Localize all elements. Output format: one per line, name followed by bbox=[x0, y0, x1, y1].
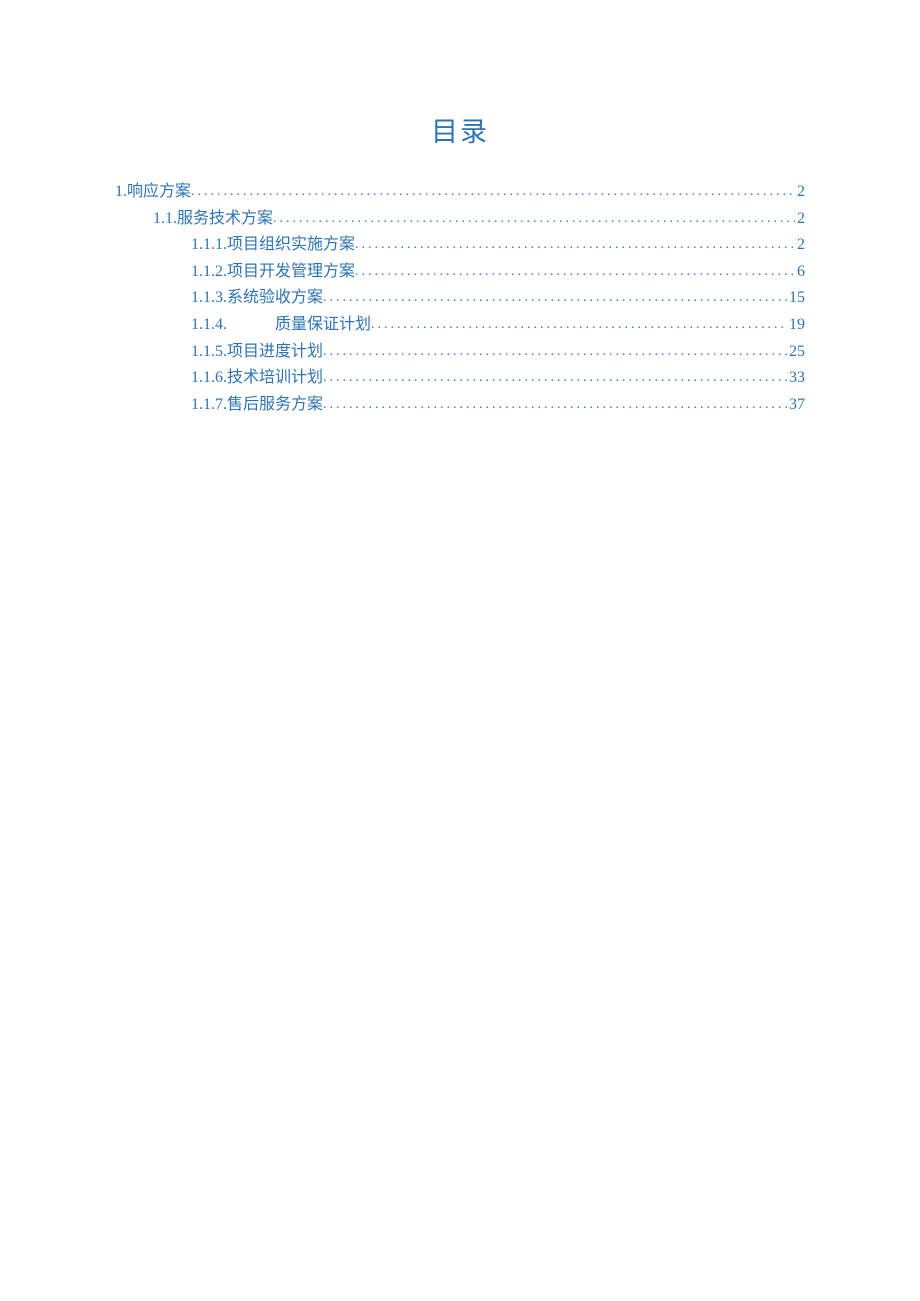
toc-leader-dots bbox=[191, 181, 795, 203]
toc-entry-number: 1.1.6. bbox=[191, 365, 227, 391]
toc-entry-text: 响应方案 bbox=[127, 179, 191, 205]
toc-entry-text: 系统验收方案 bbox=[227, 285, 323, 311]
toc-entry-text: 项目开发管理方案 bbox=[227, 259, 355, 285]
toc-page-number: 25 bbox=[787, 339, 805, 365]
toc-entry-text: 项目组织实施方案 bbox=[227, 232, 355, 258]
toc-leader-dots bbox=[323, 287, 787, 309]
toc-entry-number: 1.1.3. bbox=[191, 285, 227, 311]
toc-entry[interactable]: 1.1.5.项目进度计划 25 bbox=[115, 339, 805, 365]
toc-entry[interactable]: 1.1.服务技术方案 2 bbox=[115, 206, 805, 232]
toc-page-number: 2 bbox=[795, 232, 805, 258]
toc-leader-dots bbox=[355, 234, 795, 256]
toc-leader-dots bbox=[355, 261, 795, 283]
toc-entry-text: 售后服务方案 bbox=[227, 392, 323, 418]
toc-entry-number: 1.1.4. bbox=[191, 312, 227, 338]
toc-entry[interactable]: 1.1.4. 质量保证计划 19 bbox=[115, 312, 805, 338]
toc-entry-number: 1. bbox=[115, 179, 127, 205]
toc-leader-dots bbox=[323, 394, 787, 416]
toc-entry-text: 技术培训计划 bbox=[227, 365, 323, 391]
toc-entry-number: 1.1.5. bbox=[191, 339, 227, 365]
toc-leader-dots bbox=[323, 367, 787, 389]
toc-leader-dots bbox=[371, 314, 787, 336]
toc-entry[interactable]: 1.1.2.项目开发管理方案 6 bbox=[115, 259, 805, 285]
toc-page-number: 19 bbox=[787, 312, 805, 338]
toc-page-number: 6 bbox=[795, 259, 805, 285]
toc-entry-text: 服务技术方案 bbox=[177, 206, 273, 232]
toc-entry[interactable]: 1.响应方案 2 bbox=[115, 179, 805, 205]
toc-leader-dots bbox=[323, 341, 787, 363]
toc-title: 目录 bbox=[115, 110, 805, 149]
toc-entry-number: 1.1. bbox=[153, 206, 177, 232]
toc-leader-dots bbox=[273, 208, 795, 230]
toc-entry-text: 质量保证计划 bbox=[275, 312, 371, 338]
toc-entry[interactable]: 1.1.1.项目组织实施方案 2 bbox=[115, 232, 805, 258]
toc-entry-number: 1.1.7. bbox=[191, 392, 227, 418]
toc-entry-number: 1.1.1. bbox=[191, 232, 227, 258]
toc-page-number: 33 bbox=[787, 365, 805, 391]
toc-entry-number: 1.1.2. bbox=[191, 259, 227, 285]
toc-entry[interactable]: 1.1.3.系统验收方案 15 bbox=[115, 285, 805, 311]
toc-container: 1.响应方案 2 1.1.服务技术方案 2 1.1.1.项目组织实施方案 2 1… bbox=[115, 179, 805, 417]
toc-entry-text: 项目进度计划 bbox=[227, 339, 323, 365]
toc-entry[interactable]: 1.1.6.技术培训计划 33 bbox=[115, 365, 805, 391]
toc-entry[interactable]: 1.1.7.售后服务方案 37 bbox=[115, 392, 805, 418]
toc-page-number: 15 bbox=[787, 285, 805, 311]
toc-page-number: 37 bbox=[787, 392, 805, 418]
toc-gap bbox=[227, 312, 275, 338]
toc-page-number: 2 bbox=[795, 206, 805, 232]
toc-page-number: 2 bbox=[795, 179, 805, 205]
